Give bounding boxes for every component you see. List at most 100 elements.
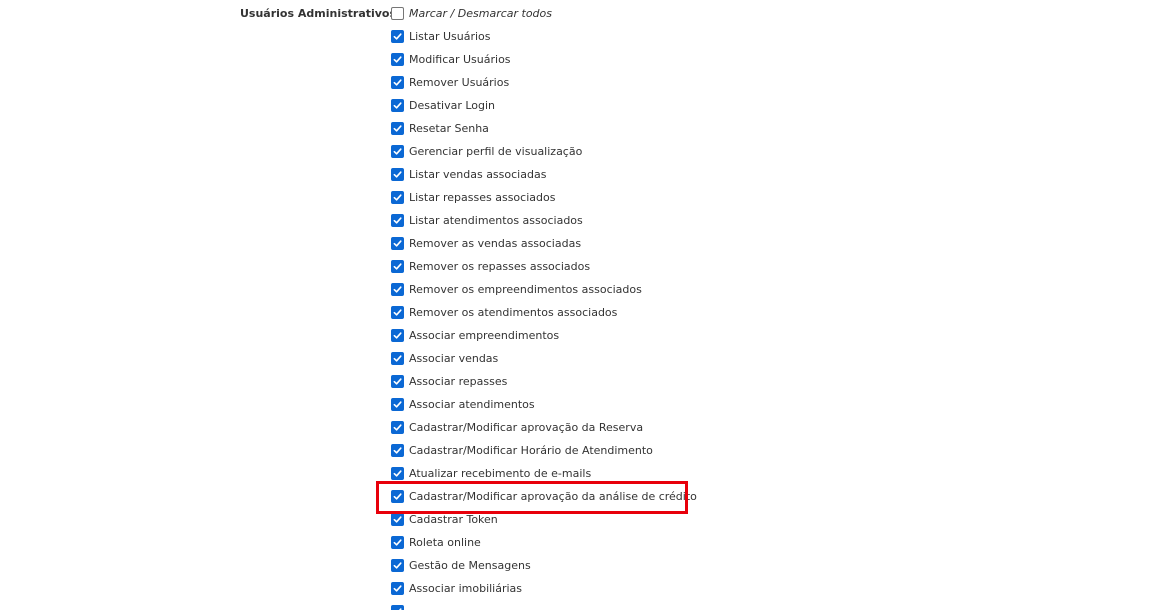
permission-row[interactable]: Associar atendimentos [391, 397, 697, 420]
permission-row[interactable]: Remover os empreendimentos associados [391, 282, 697, 305]
permission-checkbox[interactable] [391, 398, 404, 411]
permission-checkbox[interactable] [391, 168, 404, 181]
permission-row[interactable]: Associar vendas [391, 351, 697, 374]
permissions-page: Usuários Administrativos Marcar / Desmar… [0, 0, 1151, 610]
permission-row[interactable]: Desativar Login [391, 98, 697, 121]
permission-checkbox[interactable] [391, 76, 404, 89]
checkmark-icon [393, 239, 402, 248]
permission-label[interactable]: Atualizar recebimento de e-mails [409, 466, 591, 482]
section-label-usuarios-administrativos: Usuários Administrativos [240, 7, 397, 20]
permission-checkbox[interactable] [391, 283, 404, 296]
permission-label[interactable]: Roleta online [409, 535, 481, 551]
permission-row[interactable]: Associar repasses [391, 374, 697, 397]
permission-row[interactable]: Resetar Senha [391, 121, 697, 144]
permission-row[interactable]: Cadastrar/Modificar aprovação da Reserva [391, 420, 697, 443]
permission-label[interactable]: Remover Usuários [409, 75, 509, 91]
permission-label[interactable]: Remover as vendas associadas [409, 236, 581, 252]
checkmark-icon [393, 124, 402, 133]
permission-checkbox[interactable] [391, 536, 404, 549]
permission-row[interactable]: Listar atendimentos associados [391, 213, 697, 236]
permission-checkbox[interactable] [391, 352, 404, 365]
permission-row[interactable]: Cadastrar/Modificar Horário de Atendimen… [391, 443, 697, 466]
checkmark-icon [393, 561, 402, 570]
permission-row[interactable]: Associar imobiliárias [391, 581, 697, 604]
checkmark-icon [393, 584, 402, 593]
permission-checkbox[interactable] [391, 214, 404, 227]
permission-checkbox[interactable] [391, 421, 404, 434]
permission-label[interactable]: Cadastrar/Modificar aprovação da análise… [409, 489, 697, 505]
permission-row[interactable]: Remover os repasses associados [391, 259, 697, 282]
permission-row[interactable]: Associar empreendimentos [391, 328, 697, 351]
permission-label[interactable]: Listar Usuários [409, 29, 491, 45]
permission-label[interactable]: Cadastrar/Modificar Horário de Atendimen… [409, 443, 653, 459]
permission-row[interactable]: Gerenciar perfil de visualização [391, 144, 697, 167]
checkmark-icon [393, 170, 402, 179]
permission-label[interactable]: Associar imobiliárias [409, 581, 522, 597]
permission-checkbox[interactable] [391, 444, 404, 457]
permission-label[interactable]: Gerenciar perfil de visualização [409, 144, 582, 160]
permission-label[interactable]: Cadastrar Token [409, 512, 498, 528]
permission-label[interactable]: Associar empreendimentos [409, 328, 559, 344]
permission-row[interactable] [391, 604, 697, 610]
permission-list: Marcar / Desmarcar todos Listar Usuários… [391, 6, 697, 610]
permission-row[interactable]: Remover os atendimentos associados [391, 305, 697, 328]
permission-checkbox[interactable] [391, 306, 404, 319]
permission-label[interactable]: Remover os atendimentos associados [409, 305, 617, 321]
permission-checkbox[interactable] [391, 237, 404, 250]
permission-checkbox[interactable] [391, 582, 404, 595]
permission-checkbox[interactable] [391, 490, 404, 503]
checkmark-icon [393, 492, 402, 501]
checkmark-icon [393, 216, 402, 225]
checkmark-icon [393, 101, 402, 110]
checkmark-icon [393, 78, 402, 87]
checkmark-icon [393, 515, 402, 524]
checkmark-icon [393, 32, 402, 41]
permission-label[interactable]: Remover os empreendimentos associados [409, 282, 642, 298]
permission-label[interactable]: Modificar Usuários [409, 52, 511, 68]
permission-checkbox[interactable] [391, 191, 404, 204]
permission-checkbox[interactable] [391, 145, 404, 158]
permission-checkbox[interactable] [391, 122, 404, 135]
permission-row[interactable]: Gestão de Mensagens [391, 558, 697, 581]
permission-label[interactable]: Gestão de Mensagens [409, 558, 531, 574]
permission-row[interactable]: Atualizar recebimento de e-mails [391, 466, 697, 489]
permission-label[interactable]: Resetar Senha [409, 121, 489, 137]
permission-label[interactable]: Listar atendimentos associados [409, 213, 583, 229]
toggle-all-row[interactable]: Marcar / Desmarcar todos [391, 6, 697, 29]
permission-row[interactable]: Remover Usuários [391, 75, 697, 98]
toggle-all-label[interactable]: Marcar / Desmarcar todos [409, 6, 552, 22]
permission-row[interactable]: Listar vendas associadas [391, 167, 697, 190]
checkmark-icon [393, 331, 402, 340]
permission-checkbox[interactable] [391, 513, 404, 526]
permission-label[interactable]: Associar atendimentos [409, 397, 535, 413]
toggle-all-checkbox[interactable] [391, 7, 404, 20]
checkmark-icon [393, 308, 402, 317]
permission-checkbox[interactable] [391, 605, 404, 610]
permission-label[interactable]: Listar vendas associadas [409, 167, 546, 183]
checkmark-icon [393, 400, 402, 409]
permission-label[interactable]: Associar repasses [409, 374, 507, 390]
permission-checkbox[interactable] [391, 260, 404, 273]
checkmark-icon [393, 55, 402, 64]
permission-label[interactable]: Desativar Login [409, 98, 495, 114]
permission-checkbox[interactable] [391, 329, 404, 342]
permission-checkbox[interactable] [391, 559, 404, 572]
checkmark-icon [393, 285, 402, 294]
permission-label[interactable]: Cadastrar/Modificar aprovação da Reserva [409, 420, 643, 436]
permission-label[interactable]: Listar repasses associados [409, 190, 555, 206]
permission-row[interactable]: Modificar Usuários [391, 52, 697, 75]
permission-checkbox[interactable] [391, 53, 404, 66]
permission-checkbox[interactable] [391, 30, 404, 43]
permission-row[interactable]: Roleta online [391, 535, 697, 558]
permission-label[interactable]: Associar vendas [409, 351, 498, 367]
permission-checkbox[interactable] [391, 467, 404, 480]
permission-row[interactable]: Cadastrar Token [391, 512, 697, 535]
permission-checkbox[interactable] [391, 99, 404, 112]
permission-row[interactable]: Remover as vendas associadas [391, 236, 697, 259]
checkmark-icon [393, 354, 402, 363]
permission-label[interactable]: Remover os repasses associados [409, 259, 590, 275]
permission-row[interactable]: Cadastrar/Modificar aprovação da análise… [391, 489, 697, 512]
permission-row[interactable]: Listar repasses associados [391, 190, 697, 213]
permission-checkbox[interactable] [391, 375, 404, 388]
permission-row[interactable]: Listar Usuários [391, 29, 697, 52]
